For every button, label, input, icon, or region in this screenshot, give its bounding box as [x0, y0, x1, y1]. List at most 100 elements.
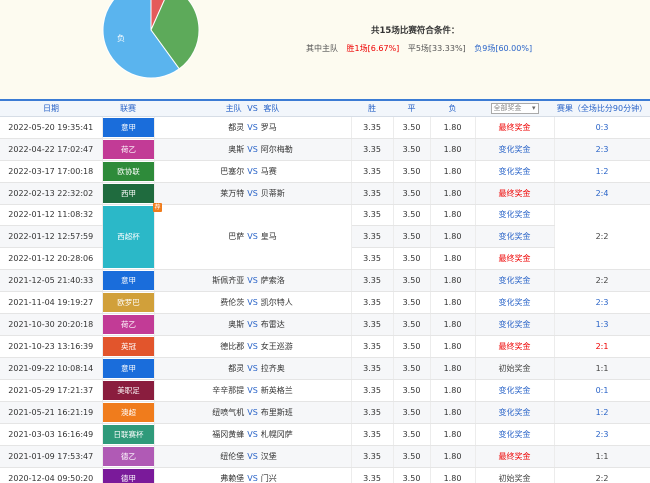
home-team[interactable]: 巴塞尔 [164, 166, 244, 177]
header-prize: 全部奖金 [475, 99, 554, 117]
league-badge[interactable]: 美职足 [102, 380, 153, 400]
home-team[interactable]: 辛辛那提 [164, 385, 244, 396]
away-team[interactable]: 门兴 [261, 473, 341, 483]
prize-type: 变化奖金 [475, 160, 555, 183]
vs-label: VS [247, 429, 258, 439]
odds-win: 3.35 [351, 379, 394, 402]
league-badge[interactable]: 意甲 [102, 117, 153, 137]
home-team[interactable]: 费伦茨 [164, 297, 244, 308]
league-badge[interactable]: 荷乙 [102, 139, 153, 159]
score-cell[interactable]: 2:3 [554, 423, 650, 446]
home-team[interactable]: 弗赖堡 [164, 473, 244, 483]
score-cell[interactable]: 2:3 [554, 138, 650, 161]
score-cell[interactable]: 1:2 [554, 160, 650, 183]
odds-draw: 3.50 [393, 379, 431, 402]
vs-label: VS [247, 232, 258, 241]
score-cell[interactable]: 1:3 [554, 313, 650, 336]
away-team[interactable]: 凯尔特人 [261, 297, 341, 308]
away-team[interactable]: 马赛 [261, 166, 341, 177]
odds-loss: 1.80 [430, 225, 476, 248]
header-league: 联赛 [102, 99, 154, 117]
home-team[interactable]: 都灵 [164, 122, 244, 133]
score-cell[interactable]: 2:4 [554, 182, 650, 205]
teams-cell: 莱万特 VS 贝蒂斯 [154, 182, 352, 205]
date-cell: 2021-09-22 10:08:14 [0, 357, 103, 380]
score-cell[interactable]: 2:2 [554, 204, 650, 270]
league-badge[interactable]: 意甲 [102, 358, 153, 378]
away-team[interactable]: 布里斯班 [261, 407, 341, 418]
table-row: 2021-10-23 13:16:39 英冠 德比郡 VS 女王巡游 3.35 3.50 1.… [0, 335, 650, 358]
away-team[interactable]: 札幌冈萨 [261, 429, 341, 440]
teams-cell: 德比郡 VS 女王巡游 [154, 335, 352, 358]
league-badge[interactable]: 意甲 [102, 270, 153, 290]
teams-cell: 奥斯 VS 阿尔梅勒 [154, 138, 352, 161]
table-header: 日期 联赛 主队 VS 客队 胜 平 负 全部奖金 赛果（全场比分90分钟） [0, 99, 650, 117]
league-cell: 西甲 [102, 182, 155, 205]
odds-win: 3.35 [351, 423, 394, 446]
home-team[interactable]: 福冈黄蜂 [164, 429, 244, 440]
home-team[interactable]: 纽伦堡 [164, 451, 244, 462]
pie-label-loss: 负 [117, 33, 125, 43]
table-row: 2022-04-22 17:02:47 荷乙 奥斯 VS 阿尔梅勒 3.35 3.50 1.8… [0, 138, 650, 161]
table-row: 2021-09-22 10:08:14 意甲 都灵 VS 拉齐奥 3.35 3.50 1.80… [0, 357, 650, 380]
header-away: 客队 [263, 103, 280, 113]
score-cell[interactable]: 2:3 [554, 291, 650, 314]
odds-loss: 1.80 [430, 182, 476, 205]
home-team[interactable]: 纽喷气机 [164, 407, 244, 418]
prize-filter-select[interactable]: 全部奖金 [490, 102, 539, 114]
home-team[interactable]: 斯佩齐亚 [164, 275, 244, 286]
score-cell[interactable]: 2:1 [554, 335, 650, 358]
league-badge[interactable]: 德乙 [102, 446, 153, 466]
home-team[interactable]: 莱万特 [164, 188, 244, 199]
odds-win: 3.35 [351, 182, 394, 205]
league-cell: 德甲 [102, 467, 155, 483]
home-team[interactable]: 都灵 [164, 363, 244, 374]
odds-draw: 3.50 [393, 445, 431, 468]
score-cell[interactable]: 0:3 [554, 116, 650, 139]
table-row: 2021-05-29 17:21:37 美职足 辛辛那提 VS 新英格兰 3.35 3.50… [0, 379, 650, 402]
league-badge[interactable]: 欧协联 [102, 161, 153, 181]
odds-draw: 3.50 [393, 335, 431, 358]
home-team[interactable]: 奥斯 [164, 319, 244, 330]
score-cell[interactable]: 2:2 [554, 467, 650, 483]
home-team[interactable]: 奥斯 [164, 144, 244, 155]
score-cell[interactable]: 2:2 [554, 269, 650, 292]
teams-cell: 辛辛那提 VS 新英格兰 [154, 379, 352, 402]
teams-cell: 费伦茨 VS 凯尔特人 [154, 291, 352, 314]
prize-type: 变化奖金 [475, 423, 555, 446]
header-date: 日期 [0, 99, 102, 117]
table-row: 2021-11-04 19:19:27 欧罗巴 费伦茨 VS 凯尔特人 3.35 3.50 1… [0, 291, 650, 314]
prize-type: 初始奖金 [475, 357, 555, 380]
score-cell[interactable]: 1:1 [554, 445, 650, 468]
league-badge[interactable]: 德甲 [102, 468, 153, 483]
league-badge[interactable]: 荷乙 [102, 314, 153, 334]
league-badge[interactable]: 澳超 [102, 402, 153, 422]
away-team[interactable]: 女王巡游 [261, 341, 341, 352]
league-badge[interactable]: 西超杯 [102, 205, 153, 268]
league-badge[interactable]: 欧罗巴 [102, 292, 153, 312]
table-row: 2021-05-21 16:21:19 澳超 纽喷气机 VS 布里斯班 3.35 3.50 1… [0, 401, 650, 424]
prize-type: 最终奖金 [475, 335, 555, 358]
league-badge[interactable]: 西甲 [102, 183, 153, 203]
away-team[interactable]: 皇马 [261, 231, 341, 242]
odds-loss: 1.80 [430, 357, 476, 380]
away-team[interactable]: 阿尔梅勒 [261, 144, 341, 155]
league-badge[interactable]: 英冠 [102, 336, 153, 356]
home-team[interactable]: 巴萨 [164, 231, 244, 242]
score-cell[interactable]: 0:1 [554, 379, 650, 402]
table-row: 2021-12-05 21:40:33 意甲 斯佩齐亚 VS 萨索洛 3.35 3.50 1.… [0, 269, 650, 292]
odds-loss: 1.80 [430, 313, 476, 336]
away-team[interactable]: 拉齐奥 [261, 363, 341, 374]
odds-draw: 3.50 [393, 467, 431, 483]
away-team[interactable]: 罗马 [261, 122, 341, 133]
away-team[interactable]: 布雷达 [261, 319, 341, 330]
away-team[interactable]: 萨索洛 [261, 275, 341, 286]
score-cell[interactable]: 1:2 [554, 401, 650, 424]
league-badge[interactable]: 日联赛杯 [102, 424, 153, 444]
away-team[interactable]: 新英格兰 [261, 385, 341, 396]
league-cell: 德乙 [102, 445, 155, 468]
score-cell[interactable]: 1:1 [554, 357, 650, 380]
away-team[interactable]: 汉堡 [261, 451, 341, 462]
home-team[interactable]: 德比郡 [164, 341, 244, 352]
away-team[interactable]: 贝蒂斯 [261, 188, 341, 199]
